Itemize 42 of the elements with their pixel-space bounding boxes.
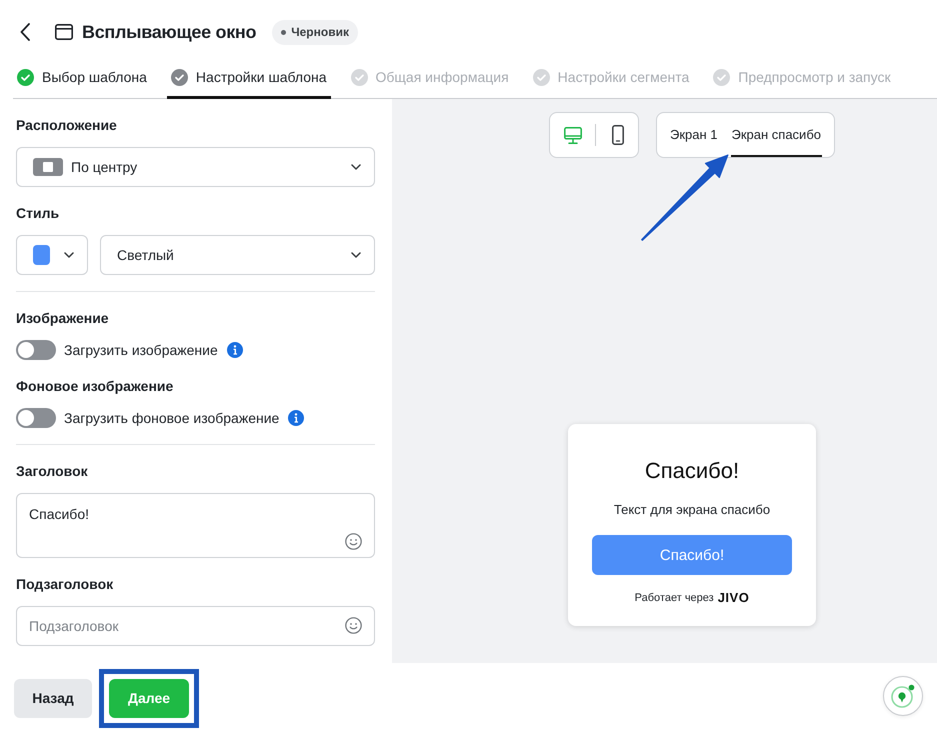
screen-tab[interactable]: Экран 1 — [668, 113, 718, 157]
step-tab[interactable]: Выбор шаблона — [13, 64, 151, 99]
placement-icon — [33, 158, 63, 176]
toggle-label: Загрузить изображение — [64, 342, 218, 358]
chevron-down-icon — [64, 252, 74, 258]
toggle-switch[interactable] — [16, 408, 56, 428]
toggle-label: Загрузить фоновое изображение — [64, 410, 280, 426]
field-label: Стиль — [16, 204, 60, 223]
widget-button[interactable] — [883, 676, 923, 716]
field-label: Подзаголовок — [16, 575, 114, 594]
info-icon — [288, 410, 304, 426]
brand-logo: JIVO — [718, 590, 750, 606]
status-dot-icon — [281, 30, 286, 34]
powered-by-text: Работает через — [634, 591, 714, 606]
back-button[interactable] — [20, 23, 30, 41]
field-label: Расположение — [16, 116, 118, 135]
subtitle-field[interactable]: Подзаголовок — [16, 606, 375, 646]
badge-label: Черновик — [291, 25, 349, 39]
chevron-left-icon — [20, 23, 30, 41]
placement-select[interactable]: По центру — [16, 147, 375, 187]
chevron-down-icon — [351, 252, 361, 258]
style-select[interactable]: Светлый — [100, 235, 375, 275]
monitor-icon — [564, 126, 582, 144]
chevron-down-icon — [351, 164, 361, 170]
toggle-switch[interactable] — [16, 340, 56, 360]
device-button[interactable] — [612, 125, 624, 145]
screen-tab[interactable]: Экран спасибо — [730, 113, 822, 157]
smiley-icon — [345, 533, 362, 550]
field-label: Фоновое изображение — [16, 377, 174, 396]
map-pin-icon — [890, 683, 916, 709]
field-label: Изображение — [16, 309, 110, 328]
info-icon — [226, 342, 243, 358]
phone-icon — [612, 125, 624, 145]
window-icon — [55, 24, 73, 40]
back-button[interactable]: Назад — [14, 678, 92, 718]
popup-title: Спасибо! — [644, 457, 740, 485]
smiley-icon — [345, 617, 362, 634]
field-label: Заголовок — [16, 462, 89, 481]
color-select[interactable] — [16, 235, 88, 275]
page-title: Всплывающее окно — [82, 21, 256, 44]
popup-text: Текст для экрана спасибо — [614, 501, 770, 519]
title-field[interactable]: Спасибо! — [16, 493, 375, 558]
